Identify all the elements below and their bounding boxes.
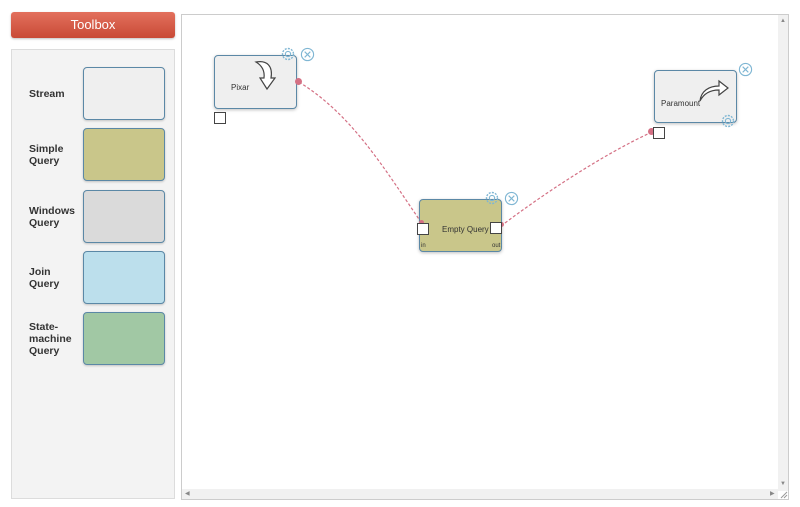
- import-arrow-icon: [254, 61, 277, 91]
- tool-state-machine-query-label: State-machine Query: [29, 321, 72, 357]
- tool-simple-query-swatch[interactable]: [83, 128, 165, 181]
- horizontal-scrollbar[interactable]: ◀ ▶: [182, 489, 778, 499]
- node-pixar-label: Pixar: [231, 83, 250, 92]
- node-pixar[interactable]: Pixar: [214, 55, 297, 109]
- resize-grip-icon[interactable]: [778, 489, 788, 499]
- gear-icon[interactable]: [280, 46, 296, 62]
- tool-windows-query-swatch[interactable]: [83, 190, 165, 243]
- tool-stream-swatch[interactable]: [83, 67, 165, 120]
- close-icon[interactable]: [300, 47, 315, 62]
- tool-simple-query[interactable]: Simple Query: [12, 128, 174, 182]
- gear-icon[interactable]: [720, 113, 736, 129]
- scroll-up-icon[interactable]: ▲: [780, 18, 786, 24]
- export-arrow-icon: [699, 79, 729, 102]
- tool-join-query-label: Join Query: [29, 266, 60, 290]
- tool-windows-query[interactable]: Windows Query: [12, 190, 174, 244]
- tool-state-machine-query-swatch[interactable]: [83, 312, 165, 365]
- connection-endpoint[interactable]: [295, 78, 302, 85]
- gear-icon[interactable]: [484, 190, 500, 206]
- scroll-left-icon[interactable]: ◀: [185, 491, 190, 497]
- node-paramount-port[interactable]: [653, 127, 665, 139]
- toolbox-header[interactable]: Toolbox: [11, 12, 175, 38]
- in-port-label: in: [421, 243, 426, 249]
- tool-join-query[interactable]: Join Query: [12, 251, 174, 305]
- scroll-down-icon[interactable]: ▼: [780, 481, 786, 487]
- close-icon[interactable]: [738, 62, 753, 77]
- tool-state-machine-query[interactable]: State-machine Query: [12, 312, 174, 366]
- connection-query-to-paramount[interactable]: [500, 131, 653, 227]
- tool-simple-query-label: Simple Query: [29, 143, 64, 167]
- tool-stream-label: Stream: [29, 88, 65, 100]
- in-port[interactable]: [417, 223, 429, 235]
- node-query-label: Empty Query: [442, 225, 489, 234]
- out-port[interactable]: [490, 222, 502, 234]
- tool-windows-query-label: Windows Query: [29, 205, 75, 229]
- design-canvas[interactable]: Pixar Empty Query in out Paramount ▲ ▼ ◀…: [181, 14, 789, 500]
- scroll-right-icon[interactable]: ▶: [770, 491, 775, 497]
- tool-join-query-swatch[interactable]: [83, 251, 165, 304]
- node-pixar-port[interactable]: [214, 112, 226, 124]
- connection-pixar-to-query[interactable]: [298, 81, 426, 229]
- toolbox-panel: Stream Simple Query Windows Query Join Q…: [11, 49, 175, 499]
- vertical-scrollbar[interactable]: ▲ ▼: [778, 15, 788, 491]
- close-icon[interactable]: [504, 191, 519, 206]
- node-paramount-label: Paramount: [661, 99, 701, 108]
- out-port-label: out: [492, 243, 501, 249]
- tool-stream[interactable]: Stream: [12, 67, 174, 121]
